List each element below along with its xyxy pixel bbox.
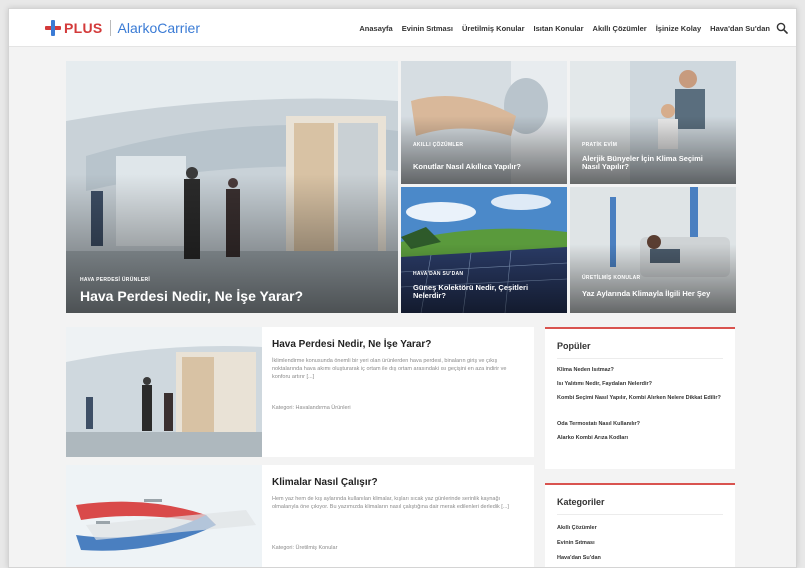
site-logo[interactable]: PLUS AlarkoCarrier [45,18,200,38]
popular-widget-title: Popüler [557,341,591,351]
article-category-meta[interactable]: Kategori: Üretilmiş Konular [272,545,337,551]
hero-main-tile[interactable]: HAVA PERDESİ ÜRÜNLERİ Hava Perdesi Nedir… [66,61,398,313]
hero-tile-allergy-category[interactable]: PRATİK EVİM [582,142,617,148]
categories-widget-divider [557,514,723,515]
hero-tile-solar-category[interactable]: HAVA'DAN SU'DAN [413,271,463,277]
popular-widget: Popüler Klima Neden Isıtmaz? Isı Yalıtım… [545,327,735,469]
hero-tile-summer-category[interactable]: ÜRETİLMİŞ KONULAR [582,275,640,281]
article-excerpt: Hem yaz hem de kış aylarında kullanılan … [272,496,509,510]
nav-item-evinin-sitmasi[interactable]: Evinin Sıtması [402,24,453,33]
browser-page: PLUS AlarkoCarrier Anasayfa Evinin Sıtma… [8,8,797,568]
hero-tile-summer[interactable]: ÜRETİLMİŞ KONULAR Yaz Aylarında Klimayla… [570,187,736,313]
hero-main-title[interactable]: Hava Perdesi Nedir, Ne İşe Yarar? [80,288,384,304]
categories-widget-title: Kategoriler [557,497,605,507]
plus-logo-icon [45,20,61,36]
popular-item[interactable]: Alarko Kombi Arıza Kodları [557,435,723,442]
article-thumbnail[interactable] [66,327,262,457]
article-card: Klimalar Nasıl Çalışır? Hem yaz hem de k… [66,465,534,567]
popular-item[interactable]: Kombi Seçimi Nasıl Yapılır, Kombi Alırke… [557,395,723,402]
nav-item-anasayfa[interactable]: Anasayfa [359,24,392,33]
popular-item[interactable]: Oda Termostatı Nasıl Kullanılır? [557,421,723,428]
hero-tile-smart[interactable]: AKILLI ÇÖZÜMLER Konutlar Nasıl Akıllıca … [401,61,567,184]
article-category-meta[interactable]: Kategori: Havalandırma Ürünleri [272,405,351,411]
nav-item-akilli-cozumler[interactable]: Akıllı Çözümler [593,24,647,33]
nav-item-isitan-konular[interactable]: Isıtan Konular [534,24,584,33]
main-nav: Anasayfa Evinin Sıtması Üretilmiş Konula… [350,9,770,47]
article-title[interactable]: Klimalar Nasıl Çalışır? [272,477,378,488]
category-item[interactable]: Hava'dan Su'dan [557,555,723,562]
category-item[interactable]: Akıllı Çözümler [557,525,723,532]
logo-plus-text: PLUS [64,20,103,36]
popular-item[interactable]: Isı Yalıtımı Nedir, Faydaları Nelerdir? [557,381,723,388]
article-excerpt: İklimlendirme konusunda önemli bir yeri … [272,358,507,380]
hero-tile-solar-title[interactable]: Güneş Kolektörü Nedir, Çeşitleri Nelerdi… [413,283,551,301]
logo-brand-text: AlarkoCarrier [117,20,201,36]
nav-item-uretilmis-konular[interactable]: Üretilmiş Konular [462,24,525,33]
search-icon[interactable] [776,22,788,34]
logo-divider [109,20,111,36]
categories-widget: Kategoriler Akıllı Çözümler Evinin Sıtma… [545,483,735,567]
hero-main-category[interactable]: HAVA PERDESİ ÜRÜNLERİ [80,277,150,283]
category-item[interactable]: Evinin Sıtması [557,540,723,547]
hero-tile-smart-title[interactable]: Konutlar Nasıl Akıllıca Yapılır? [413,163,547,172]
hero-tile-allergy[interactable]: PRATİK EVİM Alerjik Bünyeler İçin Klima … [570,61,736,184]
hero-tile-allergy-title[interactable]: Alerjik Bünyeler İçin Klima Seçimi Nasıl… [582,154,722,172]
article-thumbnail[interactable] [66,465,262,567]
site-header: PLUS AlarkoCarrier Anasayfa Evinin Sıtma… [9,9,796,47]
hero-tile-solar[interactable]: HAVA'DAN SU'DAN Güneş Kolektörü Nedir, Ç… [401,187,567,313]
popular-widget-divider [557,358,723,359]
article-title[interactable]: Hava Perdesi Nedir, Ne İşe Yarar? [272,339,431,350]
article-card: Hava Perdesi Nedir, Ne İşe Yarar? İkliml… [66,327,534,457]
nav-item-isinize-kolay[interactable]: İşinize Kolay [656,24,701,33]
popular-item[interactable]: Klima Neden Isıtmaz? [557,367,723,374]
nav-item-havadan-sudan[interactable]: Hava'dan Su'dan [710,24,770,33]
hero-tile-summer-title[interactable]: Yaz Aylarında Klimayla İlgili Her Şey [582,290,726,299]
hero-tile-smart-category[interactable]: AKILLI ÇÖZÜMLER [413,142,463,148]
